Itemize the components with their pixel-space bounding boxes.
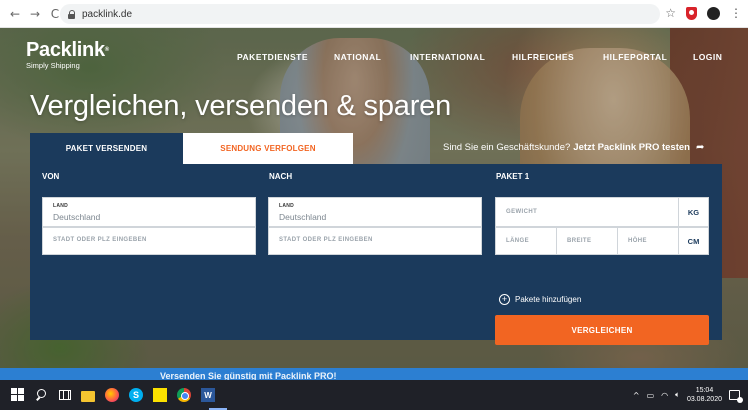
to-city-input[interactable]: STADT ODER PLZ EINGEBEN [268, 227, 482, 255]
footer-banner-text: Versenden Sie günstig mit Packlink PRO! [160, 371, 337, 380]
lock-icon [68, 9, 76, 19]
add-package-label: Pakete hinzufügen [515, 295, 582, 304]
nav-hilfreiches[interactable]: HILFREICHES [512, 52, 574, 62]
pro-link[interactable]: Jetzt Packlink PRO testen [573, 142, 690, 153]
plus-circle-icon: + [499, 294, 510, 305]
weight-unit: KG [678, 198, 708, 226]
to-country-label: LAND [279, 203, 295, 209]
to-country-value: Deutschland [279, 212, 327, 222]
tab-sendung-verfolgen[interactable]: SENDUNG VERFOLGEN [183, 133, 353, 164]
hero-title: Vergleichen, versenden & sparen [30, 90, 452, 122]
profile-extension-icon[interactable] [707, 6, 720, 20]
chevron-up-icon[interactable]: ^ [633, 391, 640, 400]
back-icon[interactable]: ← [8, 7, 22, 21]
from-city-placeholder: STADT ODER PLZ EINGEBEN [53, 237, 147, 243]
battery-icon[interactable]: ▭ [647, 391, 655, 400]
add-package-link[interactable]: + Pakete hinzufügen [499, 294, 581, 305]
main-navigation: PAKETDIENSTE NATIONAL INTERNATIONAL HILF… [0, 52, 748, 64]
width-input[interactable]: BREITE [557, 228, 618, 254]
chrome-icon[interactable] [177, 388, 191, 402]
system-tray: ^ ▭ ◠ 🔈︎ 15:04 03.08.2020 [633, 380, 743, 410]
wifi-icon[interactable]: ◠ [661, 391, 668, 400]
dimensions-input[interactable]: LÄNGE BREITE HÖHE CM [495, 227, 709, 255]
shipping-form: VON LAND Deutschland STADT ODER PLZ EING… [30, 164, 722, 345]
windows-taskbar: S W ^ ▭ ◠ 🔈︎ 15:04 03.08.2020 [0, 380, 748, 410]
to-city-placeholder: STADT ODER PLZ EINGEBEN [279, 237, 373, 243]
windows-start-icon[interactable] [11, 388, 25, 402]
task-view-icon[interactable] [59, 390, 71, 400]
from-country-field[interactable]: LAND Deutschland [42, 197, 256, 227]
from-city-input[interactable]: STADT ODER PLZ EINGEBEN [42, 227, 256, 255]
volume-icon[interactable]: 🔈︎ [675, 390, 680, 400]
search-icon[interactable] [35, 388, 49, 402]
shield-extension-icon[interactable] [686, 6, 697, 20]
clock-time: 15:04 [695, 387, 714, 394]
notification-icon[interactable] [729, 390, 743, 403]
to-country-field[interactable]: LAND Deutschland [268, 197, 482, 227]
nav-international[interactable]: INTERNATIONAL [410, 52, 485, 62]
compare-button[interactable]: VERGLEICHEN [495, 315, 709, 345]
height-input[interactable]: HÖHE [618, 228, 679, 254]
weight-placeholder: GEWICHT [506, 209, 538, 215]
pro-question: Sind Sie ein Geschäftskunde? [443, 142, 571, 153]
menu-dots-icon[interactable]: ⋮ [730, 6, 742, 20]
nav-paketdienste[interactable]: PAKETDIENSTE [237, 52, 308, 62]
weight-input[interactable]: GEWICHT KG [495, 197, 709, 227]
length-input[interactable]: LÄNGE [496, 228, 557, 254]
browser-toolbar: ← → C packlink.de ☆ ⋮ [0, 0, 748, 28]
dimension-unit: CM [678, 228, 708, 254]
nav-login[interactable]: LOGIN [693, 52, 722, 62]
from-country-label: LAND [53, 203, 69, 209]
hero-section: Packlink® Simply Shipping PAKETDIENSTE N… [0, 28, 748, 378]
from-heading: VON [42, 172, 60, 181]
skype-icon[interactable]: S [129, 388, 143, 402]
file-explorer-icon[interactable] [81, 390, 95, 402]
pro-promo[interactable]: Sind Sie ein Geschäftskunde? Jetzt Packl… [443, 142, 704, 153]
tab-paket-versenden[interactable]: PAKET VERSENDEN [30, 133, 183, 164]
to-heading: NACH [269, 172, 293, 181]
address-bar[interactable]: packlink.de [60, 4, 660, 24]
firefox-icon[interactable] [105, 388, 119, 402]
nav-national[interactable]: NATIONAL [334, 52, 381, 62]
clock[interactable]: 15:04 03.08.2020 [687, 386, 722, 404]
share-arrow-icon: ➦ [695, 142, 705, 153]
package-heading: PAKET 1 [496, 172, 530, 181]
footer-banner: Versenden Sie günstig mit Packlink PRO! [0, 368, 748, 380]
clock-date: 03.08.2020 [686, 396, 722, 403]
sticky-notes-icon[interactable] [153, 388, 167, 402]
forward-icon[interactable]: → [28, 7, 42, 21]
url-text: packlink.de [82, 8, 133, 20]
nav-hilfeportal[interactable]: HILFEPORTAL [603, 52, 667, 62]
bookmark-star-icon[interactable]: ☆ [665, 6, 676, 20]
from-country-value: Deutschland [53, 212, 101, 222]
word-icon[interactable]: W [201, 388, 215, 402]
